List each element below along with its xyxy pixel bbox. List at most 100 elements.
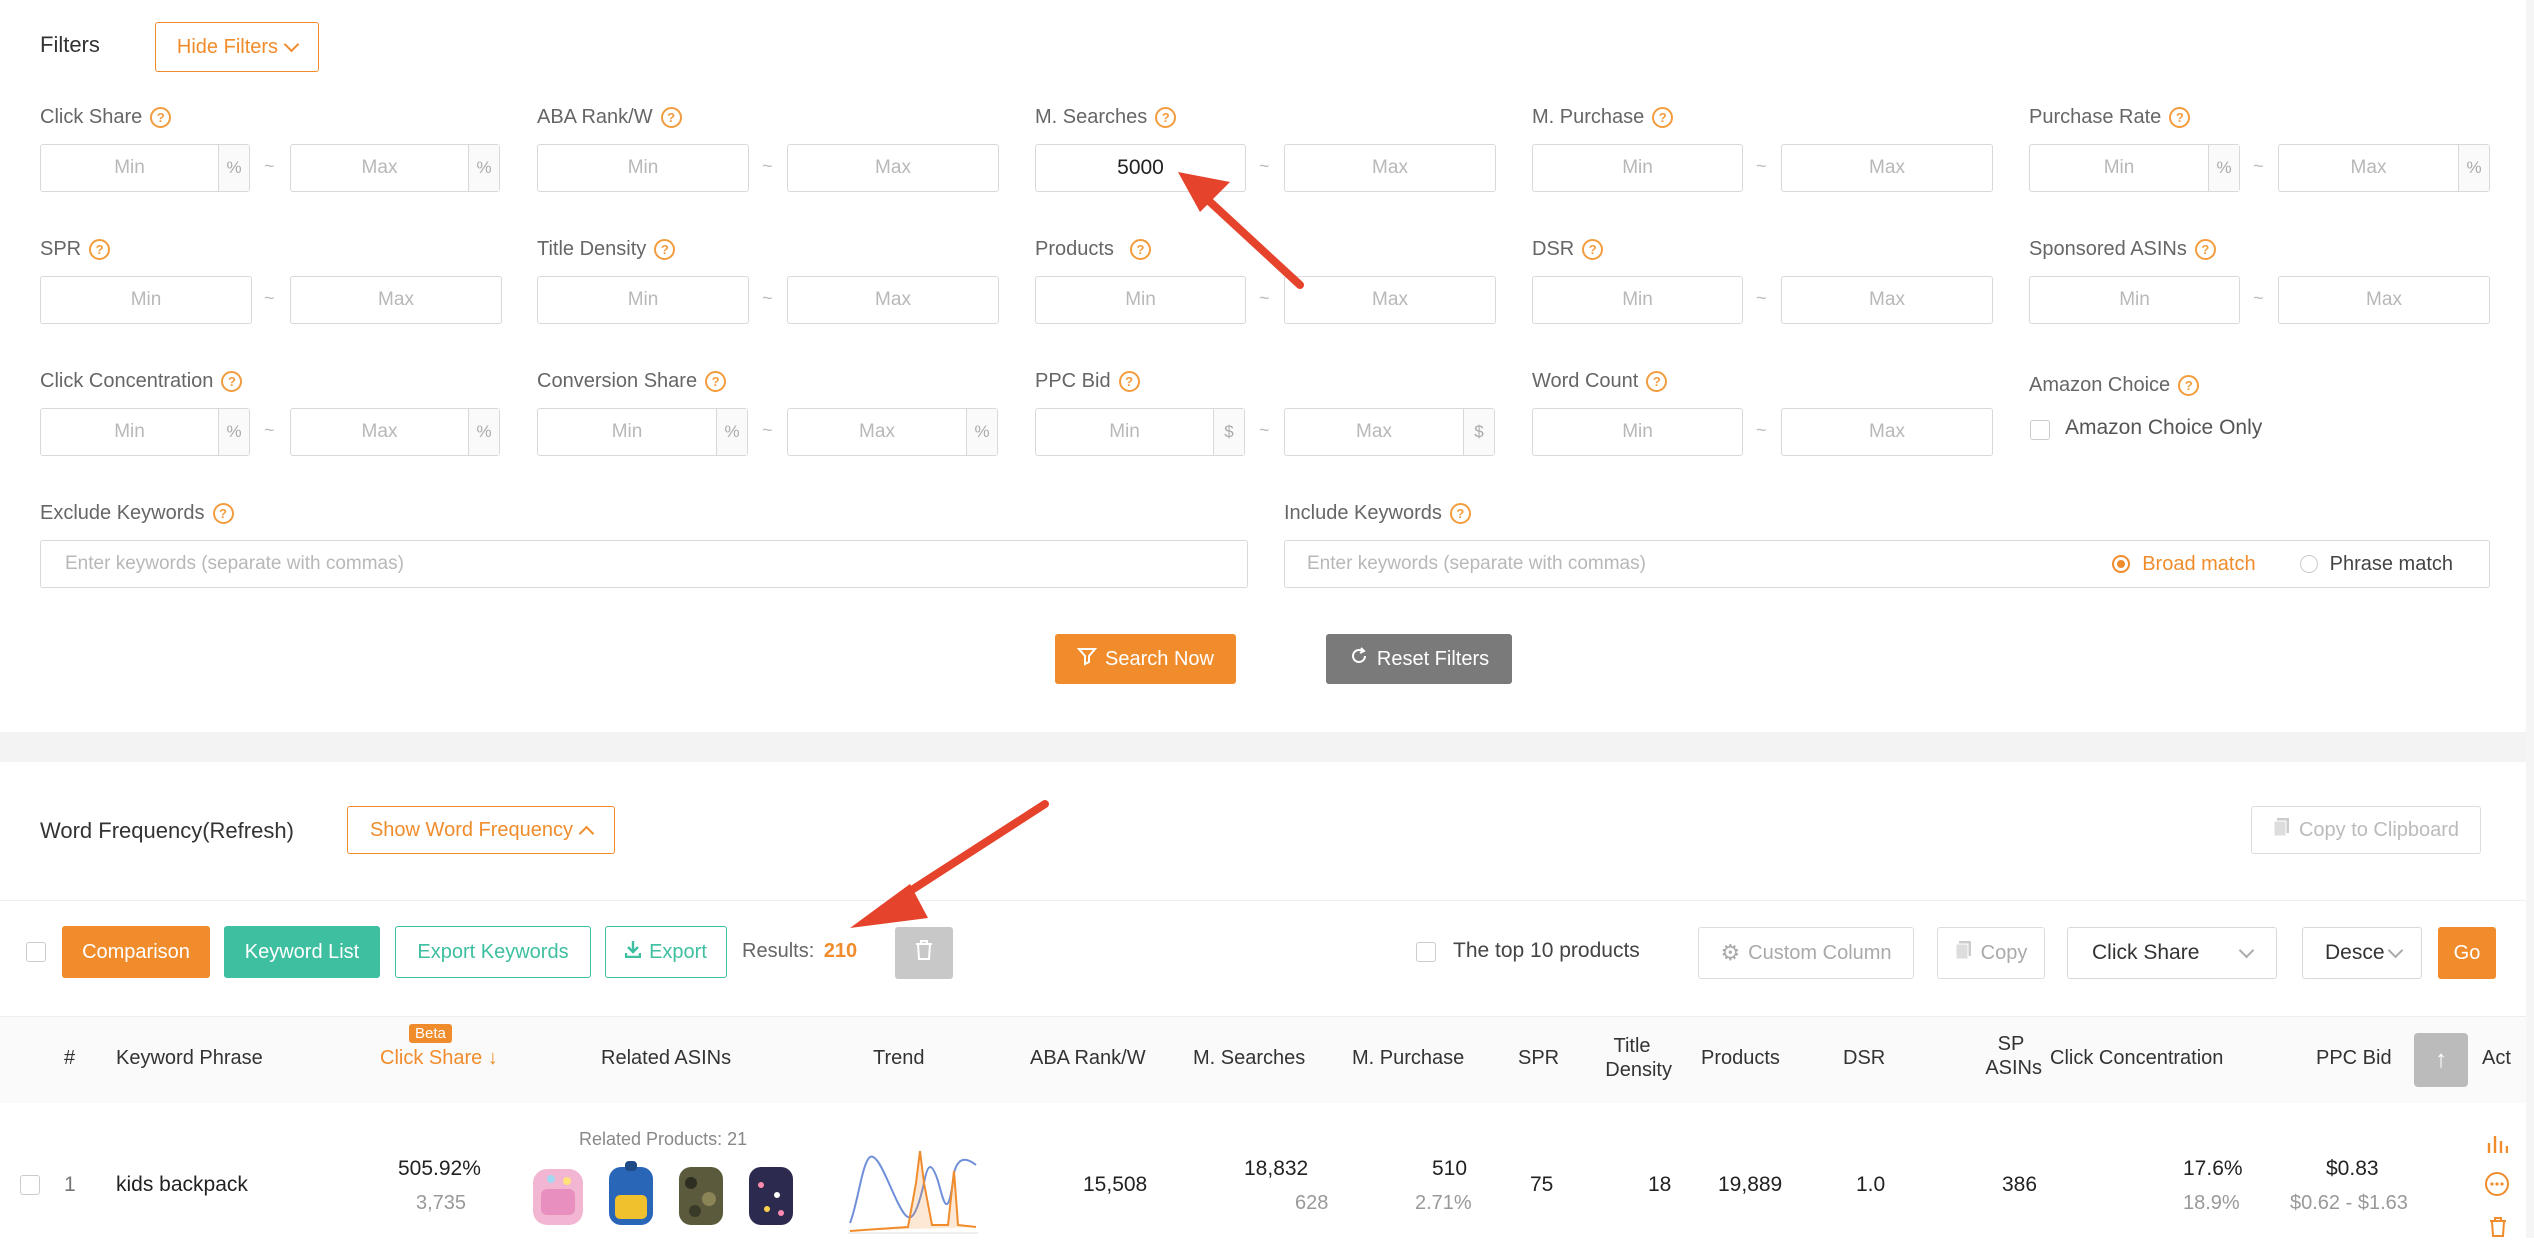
col-click-share[interactable]: Click Share ↓ (380, 1046, 498, 1070)
col-dsr[interactable]: DSR (1843, 1046, 1885, 1070)
help-icon[interactable]: ? (660, 107, 682, 128)
bar-chart-icon[interactable] (2486, 1133, 2509, 1160)
top10-label: The top 10 products (1453, 939, 1640, 962)
filters-title: Filters (40, 32, 100, 57)
include-keywords-input[interactable]: Enter keywords (separate with commas) Br… (1284, 540, 2490, 588)
col-m-searches[interactable]: M. Searches (1193, 1046, 1305, 1070)
click-share-max-input[interactable]: Max% (290, 144, 500, 192)
help-icon[interactable]: ? (2178, 375, 2200, 396)
search-now-button[interactable]: Search Now (1055, 634, 1236, 684)
table-row[interactable]: 1 kids backpack 505.92% 3,735 Related Pr… (0, 1103, 2534, 1238)
export-keywords-button[interactable]: Export Keywords (395, 926, 591, 978)
copy-button[interactable]: Copy (1937, 927, 2045, 979)
select-all-checkbox[interactable] (26, 942, 46, 962)
click-concentration-max-input[interactable]: Max% (290, 408, 500, 456)
purchase-rate-max-input[interactable]: Max% (2278, 144, 2490, 192)
purchase-rate-min-input[interactable]: Min% (2029, 144, 2240, 192)
col-spr[interactable]: SPR (1518, 1046, 1559, 1070)
help-icon[interactable]: ? (1449, 503, 1471, 524)
title-density-min-input[interactable]: Min (537, 276, 749, 324)
go-button[interactable]: Go (2438, 927, 2496, 979)
show-word-frequency-button[interactable]: Show Word Frequency (347, 806, 615, 854)
col-click-concentration[interactable]: Click Concentration (2050, 1046, 2223, 1070)
custom-column-button[interactable]: ⚙ Custom Column (1698, 927, 1914, 979)
help-icon[interactable]: ? (212, 503, 234, 524)
title-density-max-input[interactable]: Max (787, 276, 999, 324)
help-icon[interactable]: ? (1646, 371, 1668, 392)
phrase-match-radio[interactable] (2299, 555, 2318, 573)
conversion-share-min-input[interactable]: Min% (537, 408, 748, 456)
row-checkbox[interactable] (20, 1175, 40, 1195)
broad-match-radio[interactable] (2112, 555, 2131, 573)
help-icon[interactable]: ? (1155, 107, 1177, 128)
click-share-min-input[interactable]: Min% (40, 144, 250, 192)
comparison-button[interactable]: Comparison (62, 926, 210, 978)
copy-icon (1955, 940, 1973, 966)
sponsored-asins-label: Sponsored ASINs? (2029, 238, 2216, 261)
help-icon[interactable]: ? (1582, 239, 1604, 260)
col-sp-asins[interactable]: SP ASINs (1980, 1032, 2042, 1080)
amazon-choice-checkbox[interactable] (2030, 420, 2050, 440)
spr-max-input[interactable]: Max (290, 276, 502, 324)
dsr-min-input[interactable]: Min (1532, 276, 1743, 324)
help-icon[interactable]: ? (705, 371, 727, 392)
word-count-min-input[interactable]: Min (1532, 408, 1743, 456)
sponsored-asins-min-input[interactable]: Min (2029, 276, 2240, 324)
related-products-count[interactable]: Related Products: 21 (579, 1129, 747, 1150)
hide-filters-button[interactable]: Hide Filters (155, 22, 319, 72)
trend-sparkline[interactable] (848, 1143, 978, 1235)
col-m-purchase[interactable]: M. Purchase (1352, 1046, 1464, 1070)
conversion-share-max-input[interactable]: Max% (787, 408, 998, 456)
scrollbar[interactable] (2526, 0, 2534, 1238)
product-thumbnail[interactable] (527, 1159, 589, 1229)
help-icon[interactable]: ? (150, 107, 172, 128)
product-thumbnail[interactable] (673, 1159, 729, 1229)
help-icon[interactable]: ? (221, 371, 243, 392)
aba-rank-max-input[interactable]: Max (787, 144, 999, 192)
help-icon[interactable]: ? (89, 239, 111, 260)
copy-to-clipboard-button[interactable]: Copy to Clipboard (2251, 806, 2481, 854)
click-concentration-min-input[interactable]: Min% (40, 408, 250, 456)
product-thumbnail[interactable] (743, 1159, 799, 1229)
help-icon[interactable]: ? (1129, 239, 1151, 260)
help-icon[interactable]: ? (654, 239, 676, 260)
col-aba-rank[interactable]: ABA Rank/W (1030, 1046, 1146, 1070)
help-icon[interactable]: ? (2194, 239, 2216, 260)
export-button[interactable]: Export (605, 926, 727, 978)
ppc-bid-max-input[interactable]: Max $ (1284, 408, 1495, 456)
m-searches-max-input[interactable]: Max (1284, 144, 1496, 192)
dollar-suffix: $ (1213, 409, 1244, 455)
gear-icon: ⚙ (1720, 940, 1741, 965)
row-m-searches-sub: 628 (1295, 1192, 1329, 1214)
keyword-list-button[interactable]: Keyword List (224, 926, 380, 978)
reset-filters-label: Reset Filters (1376, 647, 1490, 670)
help-icon[interactable]: ? (1652, 107, 1674, 128)
top10-checkbox[interactable] (1416, 942, 1436, 962)
dsr-max-input[interactable]: Max (1781, 276, 1993, 324)
m-purchase-min-input[interactable]: Min (1532, 144, 1743, 192)
col-products[interactable]: Products (1701, 1046, 1780, 1070)
reset-filters-button[interactable]: Reset Filters (1326, 634, 1512, 684)
col-title-density[interactable]: Title Density (1592, 1034, 1672, 1082)
aba-rank-min-input[interactable]: Min (537, 144, 749, 192)
products-max-input[interactable]: Max (1284, 276, 1496, 324)
trash-icon[interactable] (2488, 1217, 2508, 1242)
col-ppc-bid[interactable]: PPC Bid (2316, 1046, 2392, 1070)
help-icon[interactable]: ? (1118, 371, 1140, 392)
m-purchase-max-input[interactable]: Max (1781, 144, 1993, 192)
spr-min-input[interactable]: Min (40, 276, 252, 324)
col-keyword[interactable]: Keyword Phrase (116, 1046, 263, 1070)
row-keyword[interactable]: kids backpack (116, 1173, 248, 1197)
sponsored-asins-max-input[interactable]: Max (2278, 276, 2490, 324)
help-icon[interactable]: ? (2169, 107, 2191, 128)
word-count-max-input[interactable]: Max (1781, 408, 1993, 456)
scroll-to-top-button[interactable]: ↑ (2414, 1012, 2468, 1108)
sort-order-select[interactable]: Desce (2302, 927, 2422, 979)
ppc-bid-min-input[interactable]: Min $ (1035, 408, 1245, 456)
max-placeholder: Max (1869, 421, 1905, 442)
sort-field-select[interactable]: Click Share (2067, 927, 2277, 979)
min-placeholder: Min (114, 157, 145, 178)
product-thumbnail[interactable] (603, 1159, 659, 1229)
more-icon[interactable] (2484, 1171, 2510, 1202)
exclude-keywords-input[interactable]: Enter keywords (separate with commas) (40, 540, 1248, 588)
